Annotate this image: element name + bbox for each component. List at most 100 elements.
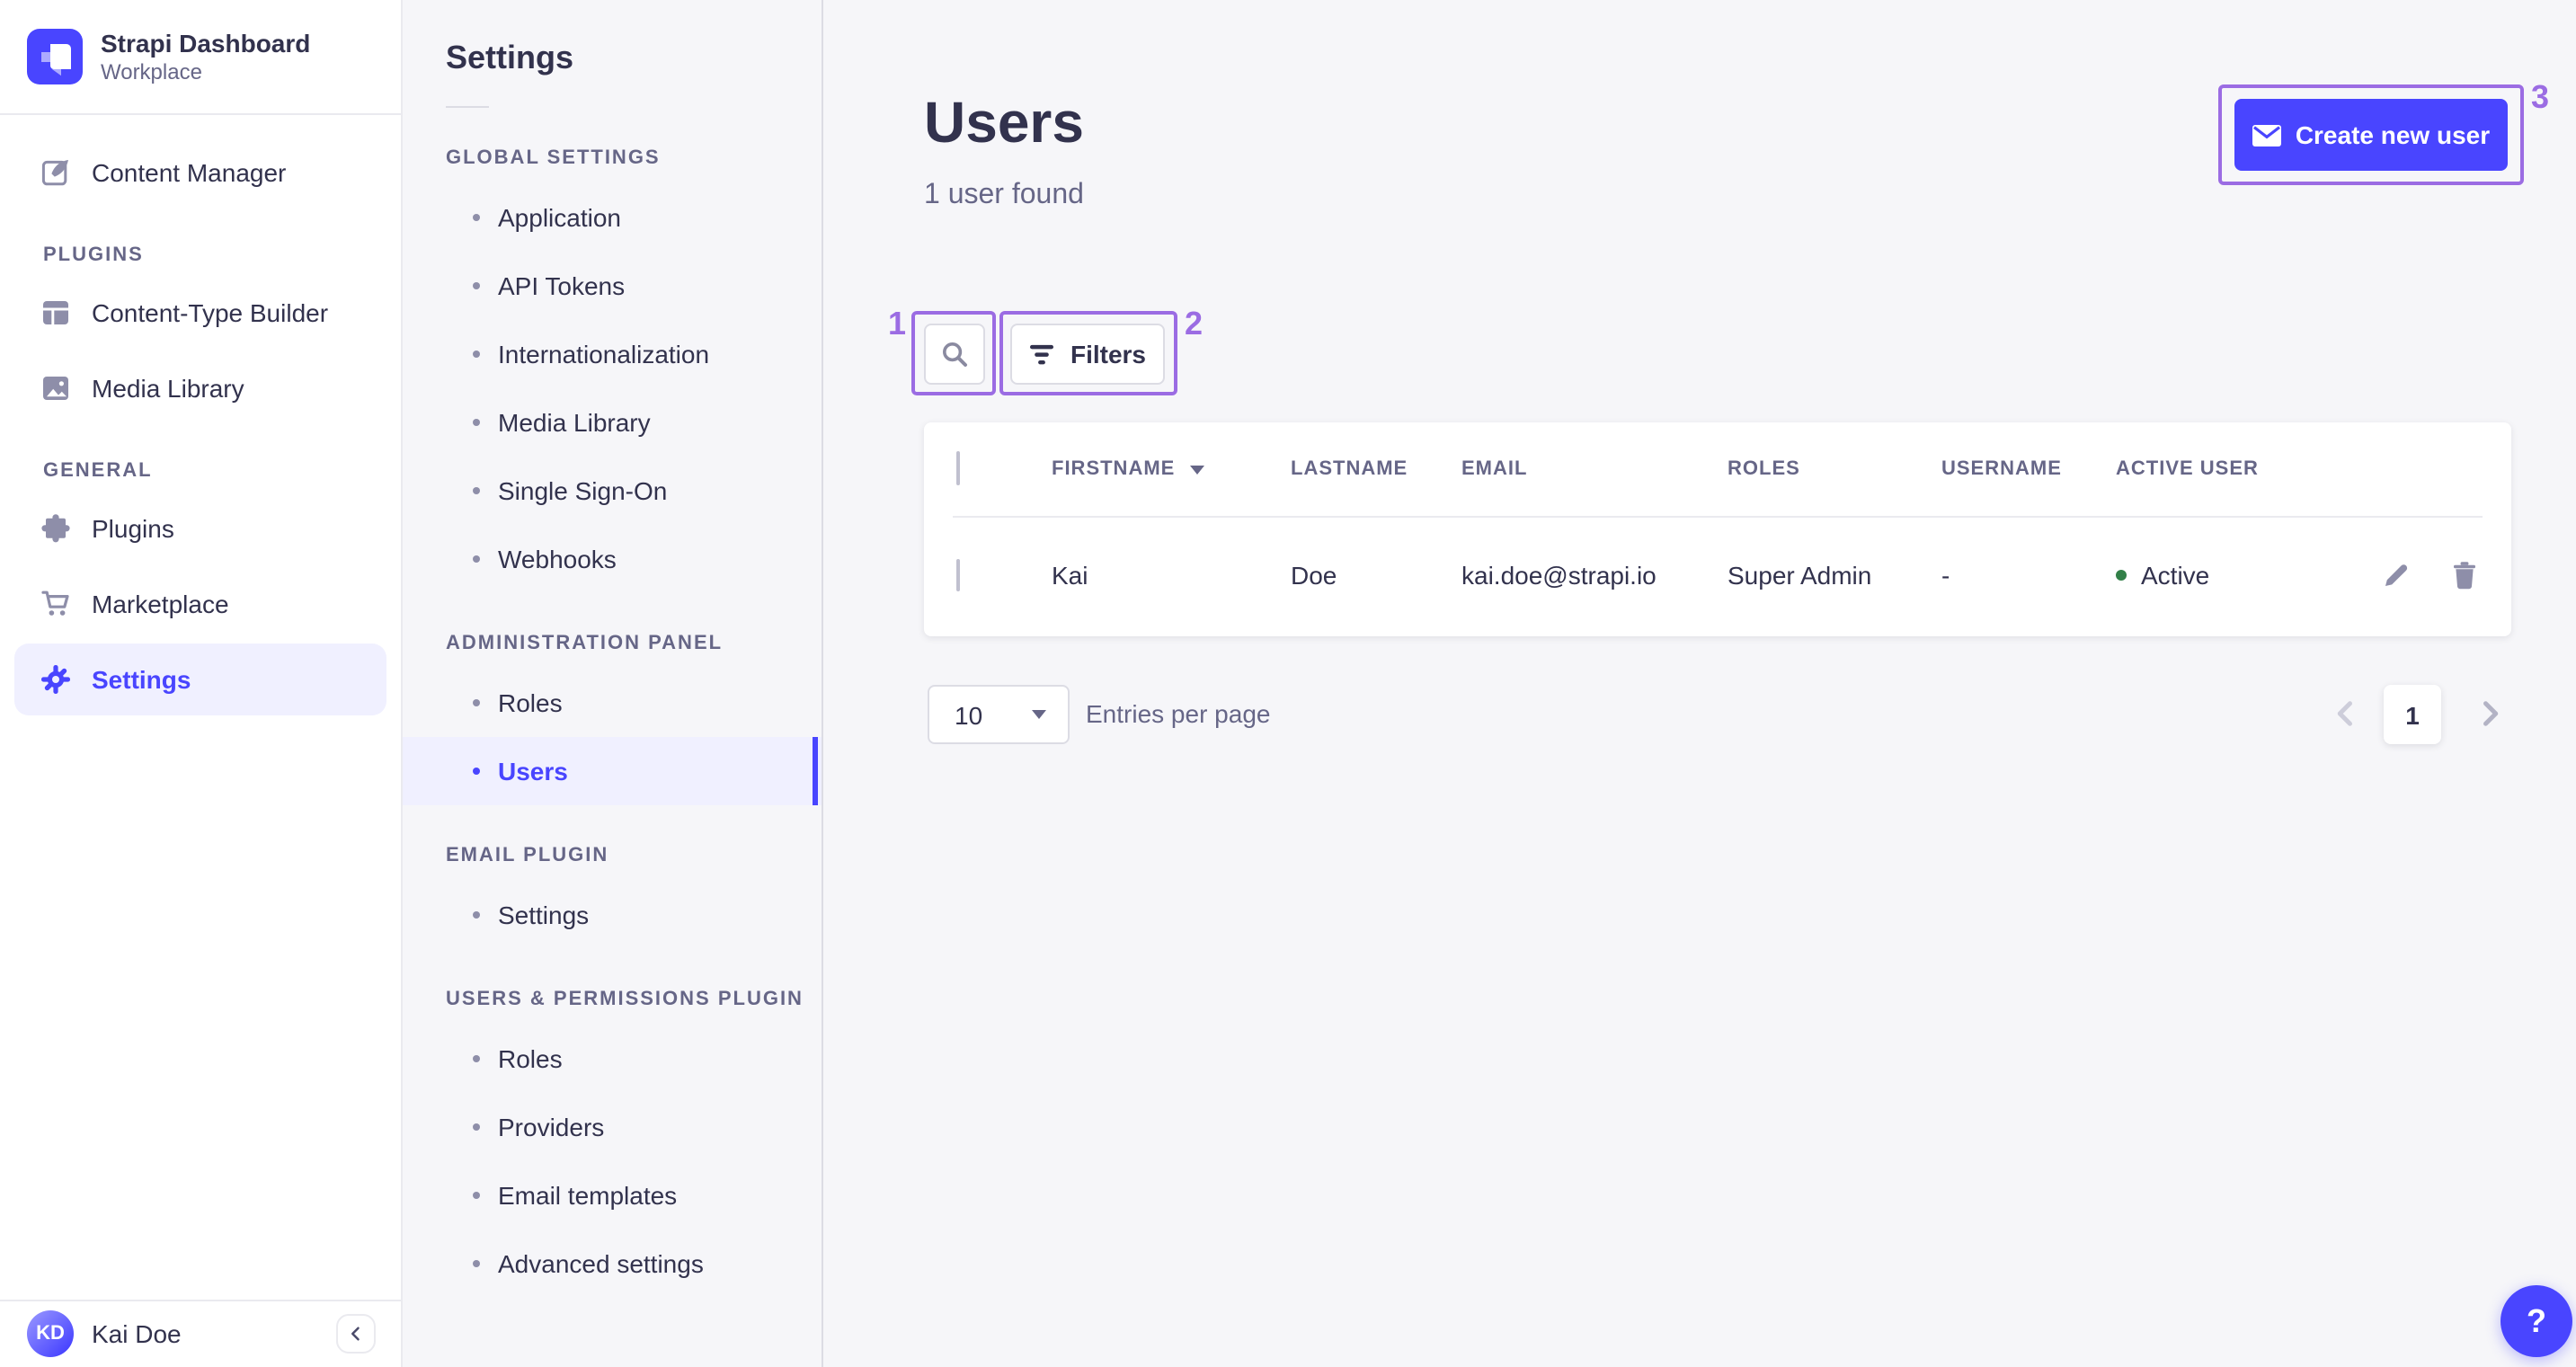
subnav-item-media-library[interactable]: Media Library	[403, 388, 822, 457]
sidebar-section-general: GENERAL	[43, 460, 153, 482]
bullet-icon	[473, 911, 480, 919]
bullet-icon	[473, 768, 480, 775]
bullet-icon	[473, 555, 480, 563]
sidebar-item-label: Media Library	[92, 374, 244, 403]
subnav-item-email-settings[interactable]: Settings	[403, 881, 822, 949]
subnav-item-label: Advanced settings	[498, 1249, 704, 1278]
content-type-builder-icon	[41, 298, 70, 327]
subnav-section-users-permissions-plugin: USERS & PERMISSIONS PLUGIN	[446, 989, 804, 1010]
avatar[interactable]: KD	[27, 1310, 74, 1357]
subnav-section-administration-panel: ADMINISTRATION PANEL	[446, 633, 724, 654]
create-new-user-button[interactable]: Create new user	[2234, 99, 2508, 171]
subnav-title: Settings	[446, 40, 574, 75]
help-button[interactable]: ?	[2500, 1285, 2572, 1357]
settings-subnav: Settings GLOBAL SETTINGS Application API…	[403, 0, 823, 1367]
search-button[interactable]	[924, 324, 985, 385]
row-actions	[2317, 561, 2511, 590]
envelope-icon	[2252, 123, 2281, 146]
column-header-email[interactable]: EMAIL	[1461, 458, 1728, 480]
chevron-right-icon	[2483, 701, 2499, 726]
table-header-row: FIRSTNAME LASTNAME EMAIL ROLES USERNAME …	[924, 422, 2511, 516]
sidebar-item-content-type-builder[interactable]: Content-Type Builder	[14, 277, 386, 349]
pagination-prev-button[interactable]	[2330, 697, 2362, 730]
cell-username: -	[1941, 561, 1950, 590]
sidebar-item-media-library[interactable]: Media Library	[14, 352, 386, 424]
bullet-icon	[473, 1260, 480, 1267]
column-header-firstname[interactable]: FIRSTNAME	[1052, 458, 1291, 480]
select-all-checkbox[interactable]	[956, 451, 960, 485]
row-checkbox[interactable]	[956, 559, 960, 591]
column-header-roles[interactable]: ROLES	[1728, 458, 1941, 480]
subnav-item-api-tokens[interactable]: API Tokens	[403, 252, 822, 320]
annotation-number-3: 3	[2531, 79, 2550, 115]
chevron-down-icon	[1032, 710, 1046, 719]
filters-label: Filters	[1070, 340, 1146, 368]
sidebar-nav: Content Manager PLUGINS Content-Type Bui…	[0, 115, 401, 1299]
sidebar-item-content-manager[interactable]: Content Manager	[14, 137, 386, 209]
status-badge: Active	[2141, 561, 2210, 590]
user-name: Kai Doe	[92, 1319, 182, 1348]
subnav-item-providers[interactable]: Providers	[403, 1093, 822, 1161]
content-manager-icon	[41, 158, 70, 187]
filters-button[interactable]: Filters	[1010, 324, 1165, 385]
sidebar-user-row: KD Kai Doe	[0, 1299, 401, 1367]
strapi-admin-app: Strapi Dashboard Workplace Content Manag…	[0, 0, 2576, 1367]
pagination-next-button[interactable]	[2474, 697, 2506, 730]
page-size-select[interactable]: 10	[928, 685, 1070, 744]
subnav-item-email-templates[interactable]: Email templates	[403, 1161, 822, 1229]
sidebar-item-label: Settings	[92, 665, 191, 694]
subnav-item-label: Media Library	[498, 408, 651, 437]
annotation-number-1: 1	[887, 306, 906, 342]
sidebar-item-label: Content Manager	[92, 158, 287, 187]
create-new-user-label: Create new user	[2295, 120, 2491, 149]
sidebar-item-settings[interactable]: Settings	[14, 644, 386, 715]
sort-desc-icon	[1189, 465, 1204, 474]
page-title: Users	[924, 90, 1084, 155]
sidebar-item-plugins[interactable]: Plugins	[14, 493, 386, 564]
main-sidebar: Strapi Dashboard Workplace Content Manag…	[0, 0, 403, 1367]
status-active-dot-icon	[2116, 570, 2127, 581]
bullet-icon	[473, 351, 480, 358]
table-row[interactable]: Kai Doe kai.doe@strapi.io Super Admin - …	[924, 516, 2511, 635]
main-content: Users 1 user found Create new user Filte…	[823, 0, 2576, 1367]
subnav-item-label: Roles	[498, 688, 563, 717]
bullet-icon	[473, 1055, 480, 1062]
search-icon	[940, 340, 969, 368]
media-library-icon	[41, 374, 70, 403]
subnav-item-webhooks[interactable]: Webhooks	[403, 525, 822, 593]
sidebar-section-plugins: PLUGINS	[43, 244, 144, 266]
subnav-section-email-plugin: EMAIL PLUGIN	[446, 845, 609, 866]
page-subtitle: 1 user found	[924, 180, 1084, 210]
entries-per-page-label: Entries per page	[1086, 699, 1271, 728]
sidebar-item-marketplace[interactable]: Marketplace	[14, 568, 386, 640]
sidebar-item-label: Content-Type Builder	[92, 298, 329, 327]
cell-lastname: Doe	[1291, 561, 1337, 590]
subnav-item-admin-roles[interactable]: Roles	[403, 669, 822, 737]
table-divider	[953, 516, 2483, 518]
subnav-item-internationalization[interactable]: Internationalization	[403, 320, 822, 388]
edit-pencil-icon[interactable]	[2382, 561, 2411, 590]
sidebar-item-label: Marketplace	[92, 590, 229, 618]
subnav-item-label: Single Sign-On	[498, 476, 668, 505]
subnav-item-admin-users[interactable]: Users	[403, 737, 822, 805]
column-header-active-user[interactable]: ACTIVE USER	[2116, 458, 2317, 480]
subnav-item-single-sign-on[interactable]: Single Sign-On	[403, 457, 822, 525]
strapi-logo-icon	[27, 29, 83, 84]
column-header-username[interactable]: USERNAME	[1941, 458, 2116, 480]
workspace-switcher[interactable]: Strapi Dashboard Workplace	[0, 0, 401, 115]
subnav-item-up-roles[interactable]: Roles	[403, 1025, 822, 1093]
bullet-icon	[473, 419, 480, 426]
page-size-value: 10	[955, 700, 983, 729]
annotation-number-2: 2	[1185, 306, 1204, 342]
subnav-item-application[interactable]: Application	[403, 183, 822, 252]
sidebar-collapse-button[interactable]	[336, 1314, 376, 1354]
column-header-lastname[interactable]: LASTNAME	[1291, 458, 1461, 480]
subnav-item-advanced-settings[interactable]: Advanced settings	[403, 1229, 822, 1298]
plugins-icon	[41, 514, 70, 543]
subnav-item-label: API Tokens	[498, 271, 626, 300]
pagination-page-1[interactable]: 1	[2384, 685, 2441, 744]
delete-trash-icon[interactable]	[2450, 561, 2479, 590]
filter-icon	[1029, 342, 1056, 366]
subnav-item-label: Providers	[498, 1113, 605, 1141]
bullet-icon	[473, 282, 480, 289]
